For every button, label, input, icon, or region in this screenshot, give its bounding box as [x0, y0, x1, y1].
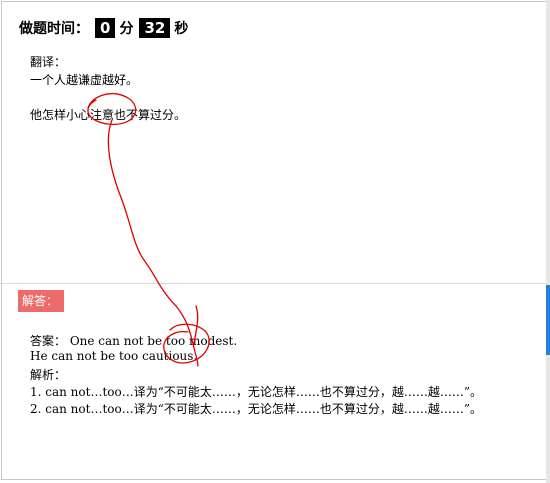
scrollbar-thumb[interactable] [546, 285, 550, 355]
scrollbar[interactable] [546, 0, 550, 483]
annotation-circle-bottom [163, 323, 210, 364]
handwritten-annotation [87, 93, 210, 367]
annotation-connector [107, 119, 199, 367]
